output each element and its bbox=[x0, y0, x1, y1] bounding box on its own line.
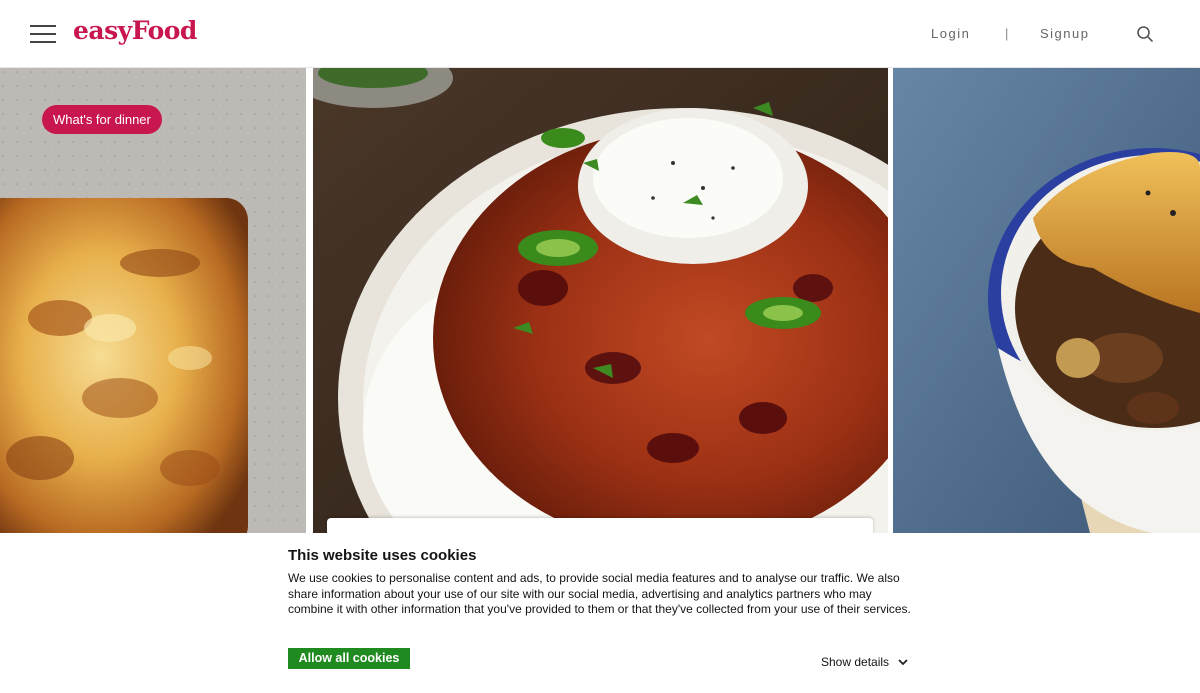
search-icon[interactable] bbox=[1136, 25, 1154, 43]
nav-separator: | bbox=[1005, 26, 1009, 41]
cookie-text: We use cookies to personalise content an… bbox=[288, 571, 911, 616]
show-details-link[interactable]: Show details bbox=[821, 655, 889, 669]
menu-icon[interactable] bbox=[30, 25, 56, 43]
signup-link[interactable]: Signup bbox=[1040, 26, 1089, 41]
cookie-banner: This website uses cookies We use cookies… bbox=[0, 533, 1200, 693]
cookie-title: This website uses cookies bbox=[288, 547, 477, 564]
chevron-down-icon[interactable] bbox=[897, 657, 909, 667]
site-logo[interactable]: easyFood bbox=[73, 16, 197, 45]
allow-all-cookies-button[interactable]: Allow all cookies bbox=[288, 648, 410, 669]
beef-pie-image[interactable] bbox=[893, 68, 1200, 533]
login-link[interactable]: Login bbox=[931, 26, 970, 41]
lasagne-image[interactable] bbox=[0, 68, 306, 533]
site-header: easyFood Login | Signup bbox=[0, 0, 1200, 68]
whats-for-dinner-badge[interactable]: What's for dinner bbox=[42, 105, 162, 134]
chilli-con-carne-image[interactable] bbox=[313, 68, 888, 533]
